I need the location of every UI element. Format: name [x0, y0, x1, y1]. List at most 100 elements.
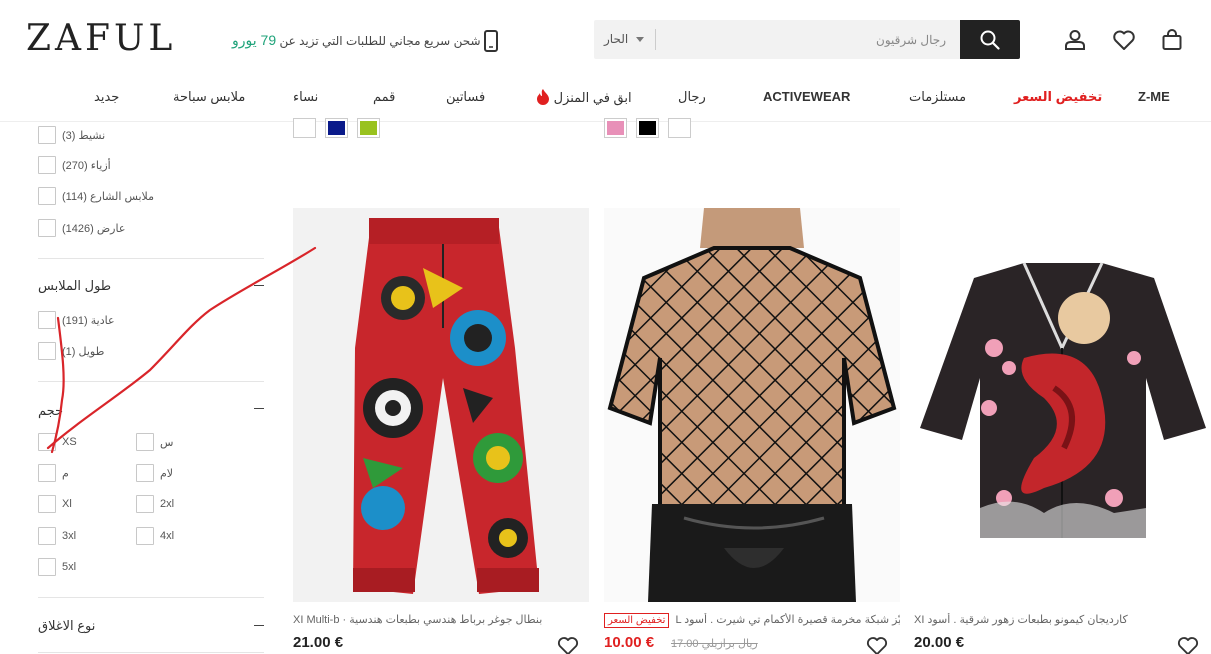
product-image-kimono[interactable]: [914, 208, 1211, 602]
color-swatch[interactable]: [325, 118, 348, 138]
filter-option-size[interactable]: 3xl: [38, 527, 76, 545]
color-swatch[interactable]: [668, 118, 691, 138]
checkbox[interactable]: [136, 464, 154, 482]
filter-option-size[interactable]: 4xl: [136, 527, 174, 545]
nav-item-men[interactable]: رجال: [678, 89, 706, 105]
filter-option-label: XS: [62, 436, 77, 448]
shopping-bag-icon[interactable]: [1160, 28, 1184, 52]
filter-option-label: 2xl: [160, 498, 175, 510]
checkbox[interactable]: [38, 433, 56, 451]
checkbox[interactable]: [136, 527, 154, 545]
site-header: ZAFUL شحن سريع مجاني للطلبات التي تزيد ع…: [0, 0, 1211, 80]
swatch-color-black: [639, 121, 656, 135]
filter-option-label: نشيط (3): [62, 129, 106, 142]
filter-option-label: عارض (1426): [62, 222, 126, 235]
nav-item-new[interactable]: جديد: [94, 89, 119, 105]
color-swatch[interactable]: [293, 118, 316, 138]
product-old-price: ريال برازيلي 17.00: [671, 638, 758, 650]
filter-option-length[interactable]: طويل (1): [38, 342, 104, 360]
phone-icon[interactable]: [484, 30, 498, 52]
checkbox[interactable]: [38, 558, 56, 576]
main-nav: Z-ME تخفيض السعر مستلزمات ACTIVEWEAR رجا…: [0, 80, 1211, 122]
product-title[interactable]: XI كارديجان كيمونو بطبعات زهور شرقية . أ…: [914, 613, 1210, 626]
collapse-minus-icon[interactable]: [254, 408, 264, 409]
filter-option-label: 5xl: [62, 561, 77, 573]
search-button[interactable]: [960, 20, 1020, 59]
filter-option-size[interactable]: س: [136, 433, 173, 451]
mesh-shirt-illustration: [604, 208, 900, 602]
nav-item-tops[interactable]: قمم: [373, 89, 395, 105]
product-title[interactable]: تخفيض السعر L ميّز شبكة مخرمة قصيرة الأكم…: [604, 613, 900, 628]
filter-option-size[interactable]: 5xl: [38, 558, 76, 576]
checkbox[interactable]: [38, 527, 56, 545]
nav-item-swimwear[interactable]: ملابس سباحة: [173, 89, 245, 105]
filter-option-style[interactable]: نشيط (3): [38, 126, 105, 144]
product-price: 20.00 €: [914, 634, 965, 651]
filter-option-style[interactable]: ملابس الشارع (114): [38, 187, 154, 205]
section-divider: [38, 258, 264, 259]
search-category-select[interactable]: الحار: [604, 32, 628, 46]
kimono-illustration: [914, 208, 1211, 602]
search-input[interactable]: [660, 20, 956, 59]
product-price: 10.00 €: [604, 634, 655, 651]
add-to-wishlist-heart-icon[interactable]: [866, 636, 888, 654]
filter-option-size[interactable]: 2xl: [136, 495, 174, 513]
nav-item-stay-home-label: ابق في المنزل: [553, 90, 632, 105]
checkbox[interactable]: [38, 187, 56, 205]
swatch-color-pink: [607, 121, 624, 135]
color-swatch[interactable]: [604, 118, 627, 138]
product-image-pants[interactable]: [293, 208, 589, 602]
account-icon[interactable]: [1063, 28, 1087, 52]
nav-item-activewear[interactable]: ACTIVEWEAR: [763, 89, 850, 104]
checkbox[interactable]: [38, 156, 56, 174]
product-title[interactable]: XI Multi-b · بنطال جوغر برباط هندسي بطبع…: [293, 613, 589, 626]
chevron-down-icon[interactable]: [636, 37, 644, 42]
color-swatch[interactable]: [636, 118, 659, 138]
filter-option-length[interactable]: عادية (191): [38, 311, 115, 329]
filter-option-size[interactable]: Xl: [38, 495, 72, 513]
swatch-color-green: [360, 121, 377, 135]
closure-filter-title[interactable]: نوع الاغلاق: [38, 618, 95, 634]
nav-item-sale[interactable]: تخفيض السعر: [1014, 89, 1102, 105]
checkbox[interactable]: [38, 342, 56, 360]
search-icon: [980, 30, 1000, 50]
zaful-logo[interactable]: ZAFUL: [26, 18, 176, 59]
nav-item-z-me[interactable]: Z-ME: [1138, 89, 1170, 104]
filter-option-size[interactable]: XS: [38, 433, 77, 451]
nav-item-stay-home[interactable]: ابق في المنزل: [536, 89, 632, 106]
size-filter-title[interactable]: حجم: [38, 403, 63, 419]
filter-option-size[interactable]: م: [38, 464, 69, 482]
filter-option-label: لام: [160, 467, 174, 480]
checkbox[interactable]: [38, 464, 56, 482]
checkbox[interactable]: [38, 126, 56, 144]
nav-item-accessories[interactable]: مستلزمات: [909, 89, 966, 105]
nav-item-dresses[interactable]: فساتين: [446, 89, 485, 105]
product-image-mesh-tshirt[interactable]: [604, 208, 900, 602]
checkbox[interactable]: [136, 495, 154, 513]
filter-option-style[interactable]: أزياء (270): [38, 156, 111, 174]
checkbox[interactable]: [38, 311, 56, 329]
collapse-minus-icon[interactable]: [254, 625, 264, 626]
shipping-text: شحن سريع مجاني للطلبات التي تزيد عن: [279, 34, 481, 48]
checkbox[interactable]: [38, 495, 56, 513]
swatch-color-navy: [328, 121, 345, 135]
filter-option-label: م: [62, 467, 69, 480]
filter-option-label: 3xl: [62, 530, 77, 542]
wishlist-heart-icon[interactable]: [1112, 28, 1136, 52]
filter-option-style[interactable]: عارض (1426): [38, 219, 125, 237]
section-divider: [38, 652, 264, 653]
add-to-wishlist-heart-icon[interactable]: [1177, 636, 1199, 654]
checkbox[interactable]: [38, 219, 56, 237]
nav-item-women[interactable]: نساء: [293, 89, 318, 105]
search-divider: [655, 29, 656, 50]
checkbox[interactable]: [136, 433, 154, 451]
collapse-minus-icon[interactable]: [254, 285, 264, 286]
add-to-wishlist-heart-icon[interactable]: [557, 636, 579, 654]
length-filter-title[interactable]: طول الملابس: [38, 278, 111, 294]
section-divider: [38, 381, 264, 382]
filter-option-label: Xl: [62, 498, 72, 510]
filter-option-label: ملابس الشارع (114): [62, 190, 154, 203]
filter-option-size[interactable]: لام: [136, 464, 173, 482]
color-swatch[interactable]: [357, 118, 380, 138]
filter-option-label: عادية (191): [62, 314, 115, 327]
